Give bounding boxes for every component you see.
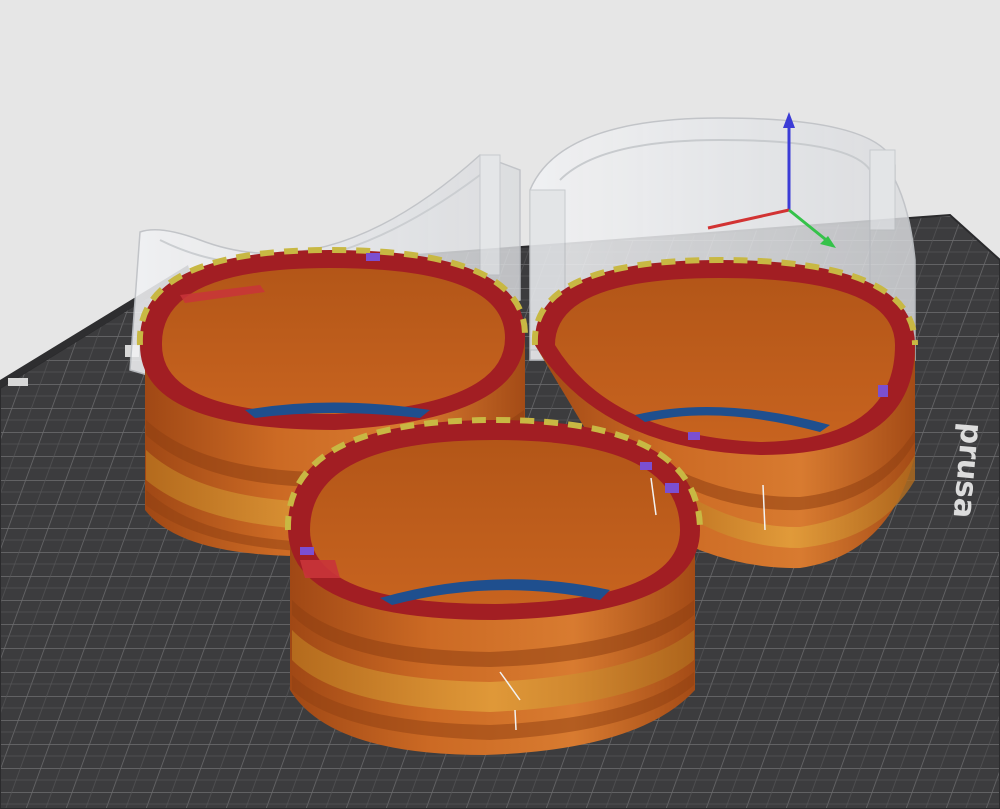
3d-viewport[interactable]: prusa [0,0,1000,809]
scene-canvas[interactable]: prusa [0,0,1000,809]
object-rings-front[interactable] [284,416,703,755]
